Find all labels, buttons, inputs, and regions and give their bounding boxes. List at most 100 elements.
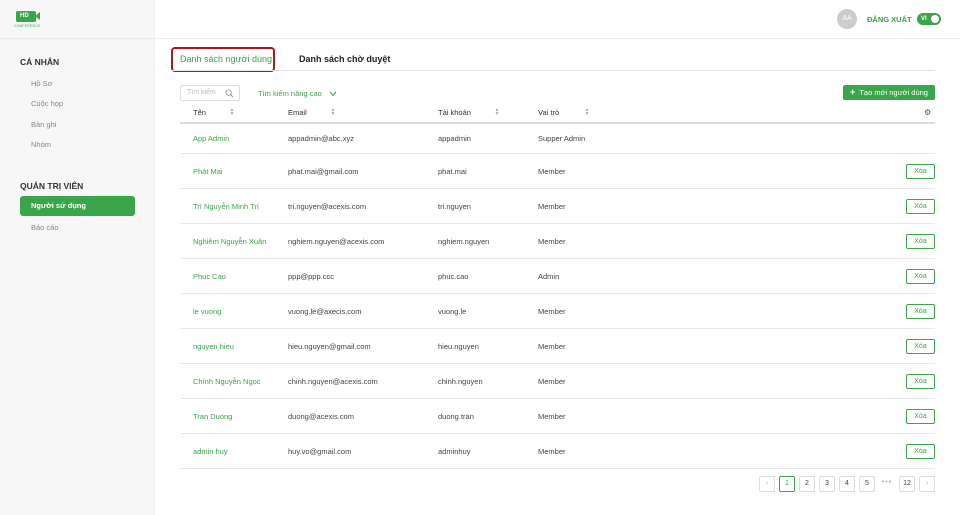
role-cell: Member — [538, 342, 566, 351]
section-personal-title: CÁ NHÂN — [20, 57, 60, 67]
delete-button[interactable]: Xóa — [906, 374, 935, 389]
account-cell: phuc.cao — [438, 272, 469, 281]
sidebar-item-recordings[interactable]: Bản ghi — [31, 120, 56, 129]
user-name-cell[interactable]: Chính Nguyễn Ngọc — [193, 377, 261, 386]
email-cell: tri.nguyen@acexis.com — [288, 202, 367, 211]
table-row[interactable]: nguyen hieu hieu.nguyen@gmail.com hieu.ngu… — [180, 329, 935, 364]
pagination-page[interactable]: 2 — [799, 476, 815, 492]
user-name-cell[interactable]: nguyen hieu — [193, 342, 234, 351]
delete-button[interactable]: Xóa — [906, 339, 935, 354]
avatar[interactable]: AA — [837, 9, 857, 29]
column-header-account[interactable]: Tài khoản — [438, 108, 471, 117]
email-cell: appadmin@abc.xyz — [288, 134, 354, 143]
account-cell: phat.mai — [438, 167, 467, 176]
user-name-cell[interactable]: admin huy — [193, 447, 228, 456]
delete-button[interactable]: Xóa — [906, 234, 935, 249]
email-cell: ppp@ppp.ccc — [288, 272, 334, 281]
table-row[interactable]: Nghiêm Nguyễn Xuân nghiem.nguyen@acexis.c… — [180, 224, 935, 259]
sidebar-item-profile[interactable]: Hồ Sơ — [31, 79, 53, 88]
section-admin-title: QUẢN TRỊ VIÊN — [20, 181, 84, 191]
pagination-page[interactable]: 4 — [839, 476, 855, 492]
pagination-page[interactable]: 3 — [819, 476, 835, 492]
email-cell: duong@acexis.com — [288, 412, 354, 421]
sidebar-item-users[interactable]: Người sử dụng — [20, 196, 135, 216]
pagination-page[interactable]: 5 — [859, 476, 875, 492]
account-cell: vuong.le — [438, 307, 467, 316]
delete-button[interactable]: Xóa — [906, 199, 935, 214]
table-row[interactable]: le vuong vuong.le@axecis.com vuong.le Membe… — [180, 294, 935, 329]
create-user-button[interactable]: + Tạo mới người dùng — [843, 85, 935, 100]
sort-icon[interactable]: ▲ ▼ — [494, 108, 500, 117]
logout-button[interactable]: ĐĂNG XUẤT — [867, 15, 912, 24]
user-name-cell[interactable]: Tran Duong — [193, 412, 232, 421]
sort-icon[interactable]: ▲ ▼ — [229, 108, 235, 117]
toggle-knob — [931, 15, 939, 23]
role-cell: Member — [538, 377, 566, 386]
sidebar-item-reports[interactable]: Báo cáo — [31, 223, 59, 232]
account-cell: appadmin — [438, 134, 471, 143]
advanced-search-button[interactable]: Tìm kiếm nâng cao — [258, 89, 337, 98]
table-row[interactable]: Chính Nguyễn Ngọc chinh.nguyen@acexis.com… — [180, 364, 935, 399]
tabs-divider — [171, 70, 935, 71]
user-name-cell[interactable]: Nghiêm Nguyễn Xuân — [193, 237, 266, 246]
table-row[interactable]: admin huy huy.vo@gmail.com adminhuy Member X… — [180, 434, 935, 469]
delete-button[interactable]: Xóa — [906, 269, 935, 284]
user-name-cell[interactable]: Trí Nguyễn Minh Trí — [193, 202, 259, 211]
delete-button[interactable]: Xóa — [906, 409, 935, 424]
account-cell: hieu.nguyen — [438, 342, 479, 351]
table-row[interactable]: Phuc Cao ppp@ppp.ccc phuc.cao Admin Xóa — [180, 259, 935, 294]
camera-icon — [35, 12, 40, 20]
user-name-cell[interactable]: le vuong — [193, 307, 221, 316]
email-cell: hieu.nguyen@gmail.com — [288, 342, 371, 351]
tab-pending-list[interactable]: Danh sách chờ duyệt — [299, 54, 390, 64]
account-cell: duong.tran — [438, 412, 474, 421]
plus-icon: + — [850, 87, 856, 97]
account-cell: nghiem.nguyen — [438, 237, 490, 246]
account-cell: chinh.nguyen — [438, 377, 483, 386]
tab-user-list[interactable]: Danh sách người dùng — [180, 54, 272, 64]
column-header-role[interactable]: Vai trò — [538, 108, 559, 117]
email-cell: vuong.le@axecis.com — [288, 307, 362, 316]
delete-button[interactable]: Xóa — [906, 164, 935, 179]
chevron-down-icon — [329, 91, 337, 97]
sidebar-item-groups[interactable]: Nhóm — [31, 140, 51, 149]
app-logo[interactable]: HD CONFERENCE — [14, 9, 40, 31]
pagination-page[interactable]: 1 — [779, 476, 795, 492]
user-name-cell[interactable]: Phát Mai — [193, 167, 223, 176]
role-cell: Member — [538, 412, 566, 421]
search-placeholder: Tìm kiếm — [187, 89, 216, 96]
search-icon[interactable] — [225, 89, 234, 98]
pagination-next[interactable]: › — [919, 476, 935, 492]
pagination-ellipsis[interactable]: ••• — [879, 476, 895, 492]
delete-button[interactable]: Xóa — [906, 444, 935, 459]
role-cell: Admin — [538, 272, 560, 281]
table-row[interactable]: Phát Mai phat.mai@gmail.com phat.mai Member… — [180, 154, 935, 189]
divider — [0, 38, 155, 39]
role-cell: Member — [538, 202, 566, 211]
sort-icon[interactable]: ▲ ▼ — [330, 108, 336, 117]
create-user-label: Tạo mới người dùng — [859, 88, 928, 97]
table-row[interactable]: App Admin appadmin@abc.xyz appadmin Supper … — [180, 123, 935, 154]
table-row[interactable]: Trí Nguyễn Minh Trí tri.nguyen@acexis.com… — [180, 189, 935, 224]
user-name-cell[interactable]: App Admin — [193, 134, 229, 143]
column-header-name[interactable]: Tên — [193, 108, 206, 117]
sidebar-item-meetings[interactable]: Cuộc họp — [31, 99, 63, 108]
gear-icon[interactable]: ⚙ — [924, 108, 931, 117]
table-row[interactable]: Tran Duong duong@acexis.com duong.tran Memb… — [180, 399, 935, 434]
role-cell: Member — [538, 307, 566, 316]
column-header-email[interactable]: Email — [288, 108, 307, 117]
email-cell: chinh.nguyen@acexis.com — [288, 377, 378, 386]
pagination-prev[interactable]: ‹ — [759, 476, 775, 492]
role-cell: Supper Admin — [538, 134, 586, 143]
email-cell: phat.mai@gmail.com — [288, 167, 359, 176]
language-label: VI — [921, 16, 927, 22]
search-input[interactable]: Tìm kiếm — [180, 85, 240, 101]
user-name-cell[interactable]: Phuc Cao — [193, 272, 226, 281]
logo-badge: HD — [20, 13, 29, 19]
advanced-search-label: Tìm kiếm nâng cao — [258, 89, 322, 98]
sort-icon[interactable]: ▲ ▼ — [584, 108, 590, 117]
delete-button[interactable]: Xóa — [906, 304, 935, 319]
topbar-divider — [155, 38, 960, 39]
pagination-page-last[interactable]: 12 — [899, 476, 915, 492]
language-toggle[interactable]: VI — [917, 13, 941, 25]
